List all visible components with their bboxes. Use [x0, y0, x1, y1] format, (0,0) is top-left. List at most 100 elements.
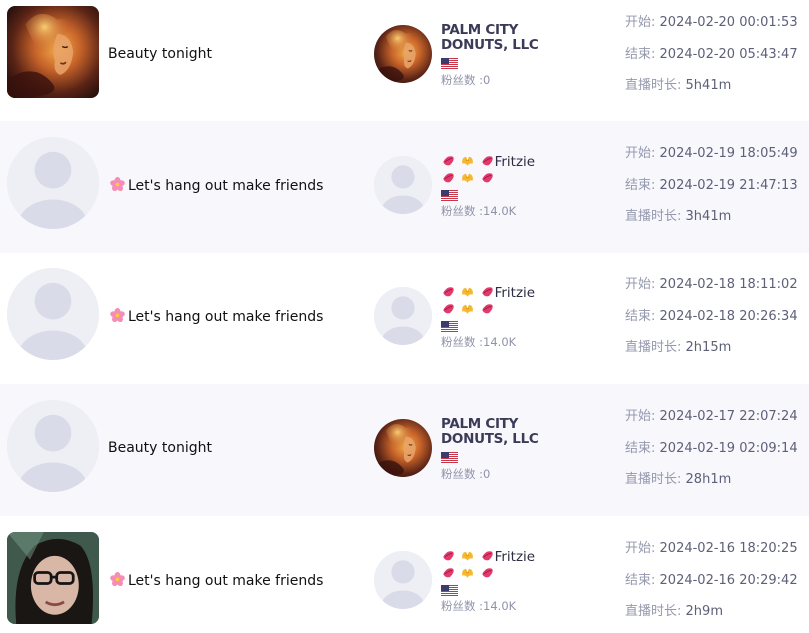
host-name-line2: DONUTS, LLC	[441, 431, 539, 447]
start-time: 开始: 2024-02-18 18:11:02	[625, 276, 798, 308]
stream-title[interactable]: Let's hang out make friends	[110, 572, 323, 589]
fire-portrait-image	[7, 6, 99, 98]
host-avatar[interactable]	[374, 25, 432, 83]
end-label: 结束:	[625, 572, 656, 588]
stream-title-text: Beauty tonight	[108, 46, 212, 62]
us-flag-svg	[441, 190, 458, 202]
host-avatar[interactable]	[374, 419, 432, 477]
end-time: 结束: 2024-02-20 05:43:47	[625, 46, 798, 78]
host-name[interactable]: Fritzie	[441, 284, 535, 318]
duration-value: 28h1m	[685, 472, 732, 487]
host-name-line1: PALM CITY	[441, 22, 519, 38]
stream-thumbnail[interactable]	[7, 532, 99, 624]
duration: 直播时长: 2h15m	[625, 339, 798, 371]
end-time: 结束: 2024-02-19 21:47:13	[625, 177, 798, 209]
user-placeholder-icon	[374, 156, 432, 214]
fans-label: 粉丝数 :	[441, 467, 484, 481]
stream-times: 开始: 2024-02-19 18:05:49 结束: 2024-02-19 2…	[625, 145, 798, 240]
stream-title[interactable]: Let's hang out make friends	[110, 308, 323, 325]
kiss-icon	[481, 304, 493, 314]
us-flag-svg	[441, 58, 458, 70]
fans-count: 粉丝数 :14.0K	[441, 598, 516, 614]
list-item[interactable]: Beauty tonight PALM CITY DONUTS, LLC 粉丝数…	[0, 0, 809, 121]
host-avatar[interactable]	[374, 551, 432, 609]
start-value: 2024-02-17 22:07:24	[659, 409, 798, 424]
duration-label: 直播时长:	[625, 472, 682, 487]
duration-value: 3h41m	[685, 209, 732, 224]
kiss-icon	[443, 287, 454, 297]
heart-hands-icon	[462, 568, 474, 578]
end-label: 结束:	[625, 177, 656, 193]
start-time: 开始: 2024-02-16 18:20:25	[625, 540, 798, 572]
stream-title[interactable]: Beauty tonight	[108, 440, 212, 456]
kiss-icon	[443, 173, 454, 183]
glasses-portrait-image	[7, 532, 99, 624]
host-name-line2: DONUTS, LLC	[441, 37, 539, 53]
kiss-icon	[481, 287, 493, 297]
us-flag-svg	[441, 585, 458, 597]
list-item[interactable]: Let's hang out make friends Fritzie 粉丝数 …	[0, 121, 809, 253]
end-time: 结束: 2024-02-16 20:29:42	[625, 572, 798, 604]
start-value: 2024-02-19 18:05:49	[659, 146, 798, 161]
fans-value: 14.0K	[483, 204, 517, 218]
list-item[interactable]: Beauty tonight PALM CITY DONUTS, LLC 粉丝数…	[0, 384, 809, 516]
host-name-text: Fritzie	[494, 285, 536, 301]
end-value: 2024-02-20 05:43:47	[659, 46, 798, 62]
duration: 直播时长: 2h9m	[625, 603, 798, 633]
flower-icon	[110, 572, 125, 589]
host-name-line1: PALM CITY	[441, 416, 519, 432]
host-name[interactable]: Fritzie	[441, 548, 535, 582]
stream-title-text: Let's hang out make friends	[128, 178, 324, 194]
start-label: 开始:	[625, 277, 656, 292]
stream-thumbnail[interactable]	[7, 6, 99, 98]
flower-icon	[110, 308, 125, 325]
us-flag-svg	[441, 452, 458, 464]
duration-value: 2h9m	[685, 604, 723, 619]
us-flag-icon	[441, 318, 458, 333]
fans-count: 粉丝数 :14.0K	[441, 203, 516, 219]
host-name[interactable]: Fritzie	[441, 153, 535, 187]
heart-hands-icon	[462, 551, 474, 561]
host-avatar[interactable]	[374, 156, 432, 214]
start-value: 2024-02-18 18:11:02	[659, 277, 798, 292]
end-time: 结束: 2024-02-18 20:26:34	[625, 308, 798, 340]
stream-title[interactable]: Let's hang out make friends	[110, 177, 323, 194]
duration-value: 2h15m	[685, 340, 732, 355]
start-time: 开始: 2024-02-19 18:05:49	[625, 145, 798, 177]
end-value: 2024-02-19 02:09:14	[659, 440, 798, 456]
fans-value: 0	[483, 467, 491, 481]
fans-label: 粉丝数 :	[441, 73, 484, 87]
kiss-icon	[481, 568, 493, 578]
duration-label: 直播时长:	[625, 604, 682, 619]
stream-title[interactable]: Beauty tonight	[108, 46, 212, 62]
duration: 直播时长: 5h41m	[625, 77, 798, 109]
user-placeholder-icon	[374, 287, 432, 345]
end-value: 2024-02-19 21:47:13	[659, 177, 798, 193]
host-name-text: Fritzie	[494, 549, 536, 565]
livestream-list: Beauty tonight PALM CITY DONUTS, LLC 粉丝数…	[0, 0, 809, 633]
heart-hands-icon	[462, 304, 474, 314]
kiss-icon	[481, 551, 493, 561]
host-name[interactable]: PALM CITY DONUTS, LLC	[441, 417, 539, 447]
end-time: 结束: 2024-02-19 02:09:14	[625, 440, 798, 472]
list-item[interactable]: Let's hang out make friends Fritzie 粉丝数 …	[0, 252, 809, 384]
end-label: 结束:	[625, 440, 656, 456]
duration-value: 5h41m	[685, 78, 732, 93]
stream-times: 开始: 2024-02-18 18:11:02 结束: 2024-02-18 2…	[625, 276, 798, 371]
end-value: 2024-02-16 20:29:42	[659, 572, 798, 588]
host-avatar[interactable]	[374, 287, 432, 345]
fire-portrait-image	[374, 419, 432, 477]
host-name[interactable]: PALM CITY DONUTS, LLC	[441, 23, 539, 53]
start-value: 2024-02-16 18:20:25	[659, 541, 798, 556]
duration-label: 直播时长:	[625, 78, 682, 93]
stream-thumbnail[interactable]	[7, 400, 99, 492]
end-label: 结束:	[625, 308, 656, 324]
list-item[interactable]: Let's hang out make friends Fritzie 粉丝数 …	[0, 516, 809, 633]
stream-times: 开始: 2024-02-17 22:07:24 结束: 2024-02-19 0…	[625, 408, 798, 503]
duration: 直播时长: 28h1m	[625, 471, 798, 503]
kiss-icon	[481, 173, 493, 183]
stream-thumbnail[interactable]	[7, 137, 99, 229]
heart-hands-icon	[462, 287, 474, 297]
start-time: 开始: 2024-02-17 22:07:24	[625, 408, 798, 440]
stream-thumbnail[interactable]	[7, 268, 99, 360]
